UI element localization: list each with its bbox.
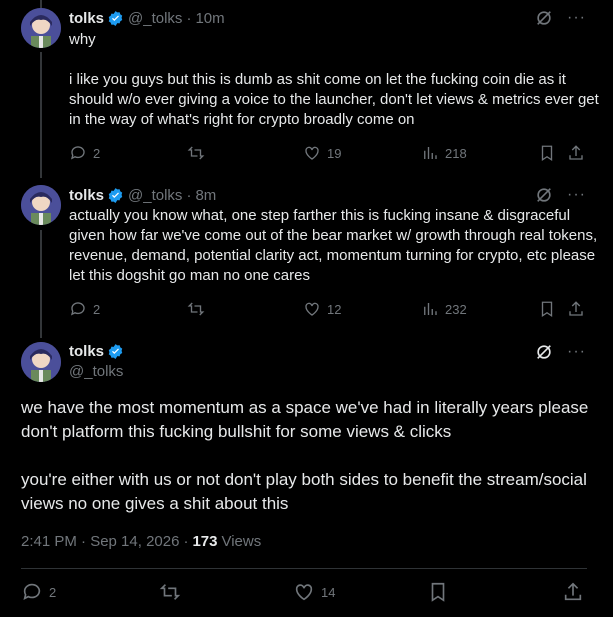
thread-tweet[interactable]: tolks @_tolks · 10m ··· why i like you g… bbox=[0, 8, 613, 168]
share-icon bbox=[569, 301, 583, 316]
views-label: Views bbox=[221, 533, 262, 550]
avatar[interactable] bbox=[21, 342, 61, 382]
reply-button[interactable]: 2 bbox=[69, 300, 100, 318]
handle[interactable]: @_tolks bbox=[69, 363, 123, 380]
share-icon bbox=[569, 145, 583, 160]
reply-icon bbox=[70, 302, 85, 316]
repost-button[interactable] bbox=[159, 581, 181, 603]
bookmark-button[interactable] bbox=[538, 300, 556, 318]
reply-button[interactable]: 2 bbox=[21, 581, 56, 603]
like-count: 14 bbox=[321, 584, 336, 600]
reply-button[interactable]: 2 bbox=[69, 144, 100, 162]
like-button[interactable]: 19 bbox=[303, 144, 341, 162]
share-icon bbox=[564, 582, 582, 601]
bookmark-button[interactable] bbox=[538, 144, 556, 162]
like-count: 12 bbox=[327, 301, 342, 317]
tweet-header: tolks @_tolks · 10m bbox=[69, 8, 225, 28]
reply-count: 2 bbox=[49, 584, 57, 600]
timestamp[interactable]: 8m bbox=[195, 187, 216, 204]
grok-icon[interactable] bbox=[535, 186, 553, 204]
share-button[interactable] bbox=[567, 144, 585, 162]
view-count: 218 bbox=[445, 145, 467, 161]
display-name[interactable]: tolks bbox=[69, 187, 104, 204]
main-tweet: tolks @_tolks ··· we have the most momen… bbox=[0, 342, 613, 617]
handle[interactable]: @_tolks bbox=[128, 187, 182, 204]
avatar[interactable] bbox=[21, 8, 61, 48]
reply-count: 2 bbox=[93, 301, 101, 317]
tweet-actions: 2 19 218 bbox=[69, 144, 599, 164]
display-name[interactable]: tolks bbox=[69, 343, 104, 360]
share-button[interactable] bbox=[567, 300, 585, 318]
like-button[interactable]: 12 bbox=[303, 300, 341, 318]
separator-dot: · bbox=[183, 533, 189, 550]
timestamp[interactable]: 2:41 PM · Sep 14, 2026 bbox=[21, 533, 179, 550]
verified-badge-icon bbox=[107, 10, 124, 27]
repost-icon bbox=[159, 584, 181, 600]
grok-icon[interactable] bbox=[535, 343, 553, 361]
reply-icon bbox=[23, 583, 41, 600]
reply-icon bbox=[70, 146, 85, 160]
view-count: 232 bbox=[445, 301, 467, 317]
bookmark-icon bbox=[541, 145, 553, 162]
reply-count: 2 bbox=[93, 145, 101, 161]
views-chart-icon bbox=[424, 303, 437, 315]
verified-badge-icon bbox=[107, 343, 124, 360]
display-name[interactable]: tolks bbox=[69, 10, 104, 27]
more-options-icon[interactable]: ··· bbox=[567, 343, 585, 361]
tweet-actions: 2 12 232 bbox=[69, 300, 599, 320]
grok-icon[interactable] bbox=[535, 9, 553, 27]
main-author: tolks bbox=[69, 343, 124, 360]
repost-button[interactable] bbox=[187, 144, 205, 162]
more-options-icon[interactable]: ··· bbox=[567, 186, 585, 204]
thread-tweet[interactable]: tolks @_tolks · 8m ··· actually you know… bbox=[0, 185, 613, 325]
handle[interactable]: @_tolks bbox=[128, 10, 182, 27]
tweet-text: why i like you guys but this is dumb as … bbox=[69, 31, 599, 128]
verified-badge-icon bbox=[107, 187, 124, 204]
like-count: 19 bbox=[327, 145, 342, 161]
tweet-text: we have the most momentum as a space we'… bbox=[21, 398, 589, 513]
tweet-meta: 2:41 PM · Sep 14, 2026 · 173 Views bbox=[21, 533, 261, 550]
heart-icon bbox=[295, 584, 313, 601]
views-button[interactable]: 232 bbox=[421, 300, 467, 318]
divider bbox=[21, 568, 587, 569]
views-chart-icon bbox=[424, 147, 437, 159]
timestamp[interactable]: 10m bbox=[195, 10, 224, 27]
separator-dot: · bbox=[186, 186, 192, 204]
share-button[interactable] bbox=[562, 581, 584, 603]
heart-icon bbox=[305, 302, 319, 316]
bookmark-icon bbox=[541, 301, 553, 318]
repost-icon bbox=[187, 302, 205, 316]
tweet-header: tolks @_tolks · 8m bbox=[69, 185, 216, 205]
view-count: 173 bbox=[192, 533, 218, 550]
bookmark-button[interactable] bbox=[427, 581, 449, 603]
repost-icon bbox=[187, 146, 205, 160]
repost-button[interactable] bbox=[187, 300, 205, 318]
like-button[interactable]: 14 bbox=[293, 581, 335, 603]
tweet-actions: 2 14 bbox=[21, 581, 587, 605]
tweet-text: actually you know what, one step farther… bbox=[69, 207, 602, 284]
more-options-icon[interactable]: ··· bbox=[567, 9, 585, 27]
bookmark-icon bbox=[431, 582, 445, 602]
views-button[interactable]: 218 bbox=[421, 144, 467, 162]
avatar[interactable] bbox=[21, 185, 61, 225]
separator-dot: · bbox=[186, 9, 192, 27]
heart-icon bbox=[305, 146, 319, 160]
thread-connector bbox=[40, 0, 42, 8]
